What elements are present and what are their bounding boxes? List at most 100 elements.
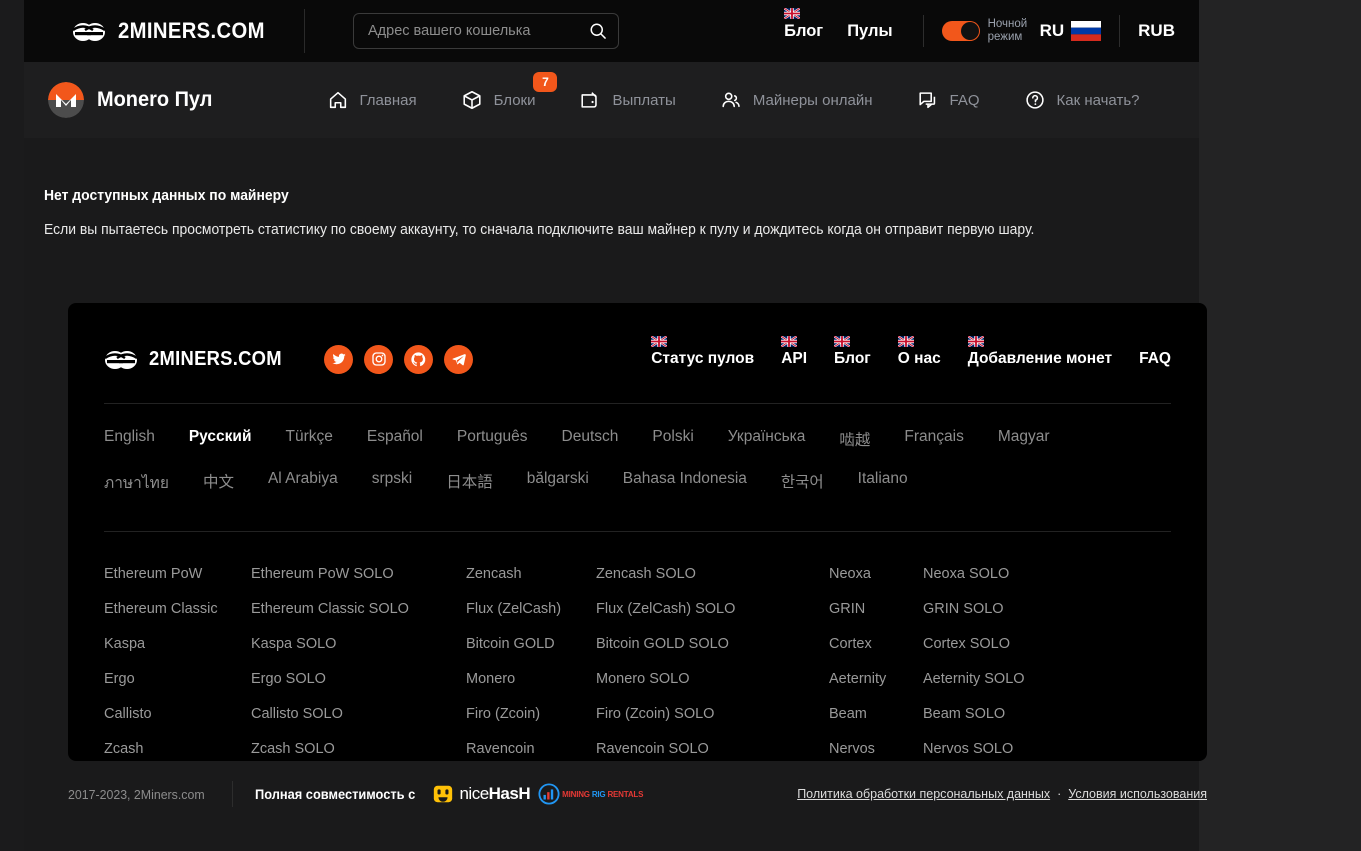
nav-item-faq[interactable]: FAQ: [917, 89, 980, 111]
language-russian[interactable]: Русский: [189, 428, 252, 450]
wallet-search-box[interactable]: [353, 13, 619, 49]
coin-link[interactable]: Neoxa: [829, 566, 923, 582]
language-thai[interactable]: ภาษาไทย: [104, 470, 169, 495]
coin-link[interactable]: Zencash: [466, 566, 596, 582]
coin-link[interactable]: Bitcoin GOLD: [466, 636, 596, 652]
coin-link[interactable]: Ravencoin SOLO: [596, 741, 829, 757]
footer-link-faq[interactable]: FAQ: [1139, 350, 1171, 368]
legal-separator: ·: [1057, 787, 1062, 801]
header-link-blog[interactable]: Блог: [784, 7, 823, 41]
miningrigrentals-icon: [538, 783, 560, 805]
coin-link[interactable]: Cortex: [829, 636, 923, 652]
coin-link[interactable]: Cortex SOLO: [923, 636, 1073, 652]
coin-link[interactable]: Flux (ZelCash): [466, 601, 596, 617]
coin-link[interactable]: GRIN: [829, 601, 923, 617]
header-right-group: Блог Пулы Ночной режим RU RUB: [772, 0, 1179, 62]
nicehash-text-bold: HasH: [488, 784, 531, 803]
language-japanese[interactable]: 日本語: [446, 470, 493, 495]
coin-link[interactable]: Nervos: [829, 741, 923, 757]
language-bulgarian[interactable]: bălgarski: [527, 470, 589, 495]
uk-flag-icon: [834, 336, 851, 347]
search-icon[interactable]: [588, 21, 608, 41]
coin-link[interactable]: Callisto: [104, 706, 251, 722]
site-logo[interactable]: 2MINERS.COM: [24, 18, 278, 44]
social-instagram[interactable]: [364, 344, 394, 374]
coin-link[interactable]: Callisto SOLO: [251, 706, 466, 722]
language-german[interactable]: Deutsch: [562, 428, 619, 450]
coin-link[interactable]: Kaspa: [104, 636, 251, 652]
coin-link[interactable]: Firo (Zcoin) SOLO: [596, 706, 829, 722]
footer-nav-links: Статус пулов API Блог О нас Добавление м…: [624, 336, 1171, 368]
coin-link[interactable]: Ergo: [104, 671, 251, 687]
language-french[interactable]: Français: [904, 428, 963, 450]
nav-item-blocks[interactable]: Блоки 7: [461, 72, 558, 111]
coin-link[interactable]: Ravencoin: [466, 741, 596, 757]
uk-flag-icon: [897, 336, 914, 347]
night-mode-toggle[interactable]: [941, 21, 980, 41]
coin-link[interactable]: Ergo SOLO: [251, 671, 466, 687]
coin-link[interactable]: Ethereum Classic: [104, 601, 251, 617]
coin-link[interactable]: Aeternity: [829, 671, 923, 687]
partner-miningrigrentals[interactable]: MINING RIG RENTALS: [538, 783, 643, 805]
social-github[interactable]: [404, 344, 434, 374]
footer-link-blog[interactable]: Блог: [834, 336, 871, 368]
instagram-icon: [372, 352, 386, 366]
nav-item-miners-online[interactable]: Майнеры онлайн: [720, 89, 873, 111]
russia-flag-icon[interactable]: [1071, 21, 1102, 41]
coin-link[interactable]: Zencash SOLO: [596, 566, 829, 582]
language-selector[interactable]: RU: [1040, 21, 1065, 41]
language-english[interactable]: English: [104, 428, 155, 450]
footer-link-add-coins[interactable]: Добавление монет: [967, 336, 1112, 368]
language-ukrainian[interactable]: Українська: [728, 428, 806, 450]
language-serbian[interactable]: srpski: [372, 470, 412, 495]
coin-link[interactable]: Ethereum PoW SOLO: [251, 566, 466, 582]
coin-link[interactable]: Monero: [466, 671, 596, 687]
coin-link[interactable]: Kaspa SOLO: [251, 636, 466, 652]
language-list: English Русский Türkçe Español Português…: [104, 404, 1164, 521]
coin-link[interactable]: Monero SOLO: [596, 671, 829, 687]
privacy-policy-link[interactable]: Политика обработки персональных данных: [797, 787, 1050, 801]
coin-link[interactable]: Bitcoin GOLD SOLO: [596, 636, 829, 652]
footer-logo[interactable]: 2MINERS.COM: [104, 346, 293, 372]
social-telegram[interactable]: [444, 344, 474, 374]
language-italian[interactable]: Italiano: [858, 470, 908, 495]
language-indonesian[interactable]: Bahasa Indonesia: [623, 470, 747, 495]
partner-nicehash[interactable]: niceHasH: [432, 783, 531, 805]
coin-link[interactable]: Ethereum PoW: [104, 566, 251, 582]
coin-link[interactable]: Neoxa SOLO: [923, 566, 1073, 582]
nav-item-home[interactable]: Главная: [327, 89, 417, 111]
footer-link-api[interactable]: API: [781, 336, 807, 368]
coin-link[interactable]: Beam: [829, 706, 923, 722]
coin-link[interactable]: Zcash: [104, 741, 251, 757]
header-link-pools[interactable]: Пулы: [847, 22, 892, 41]
nav-item-payouts[interactable]: Выплаты: [579, 89, 676, 111]
pool-identity[interactable]: Monero Пул: [24, 82, 219, 118]
language-turkish[interactable]: Türkçe: [285, 428, 332, 450]
language-polish[interactable]: Polski: [652, 428, 693, 450]
nav-item-how-to-start[interactable]: Как начать?: [1024, 89, 1139, 111]
coin-link[interactable]: Firo (Zcoin): [466, 706, 596, 722]
language-portuguese[interactable]: Português: [457, 428, 528, 450]
coin-link[interactable]: Nervos SOLO: [923, 741, 1073, 757]
coin-link[interactable]: Zcash SOLO: [251, 741, 466, 757]
coin-link[interactable]: Beam SOLO: [923, 706, 1073, 722]
users-icon: [722, 92, 740, 108]
coin-link[interactable]: GRIN SOLO: [923, 601, 1073, 617]
coin-link[interactable]: Aeternity SOLO: [923, 671, 1073, 687]
search-input[interactable]: [368, 23, 588, 39]
language-korean[interactable]: 한국어: [781, 470, 824, 495]
language-spanish[interactable]: Español: [367, 428, 423, 450]
footer-link-pool-status[interactable]: Статус пулов: [651, 336, 754, 368]
coin-link[interactable]: Ethereum Classic SOLO: [251, 601, 466, 617]
language-vietnamese[interactable]: 啮越: [839, 428, 870, 450]
language-chinese[interactable]: 中文: [203, 470, 234, 495]
coin-link[interactable]: Flux (ZelCash) SOLO: [596, 601, 829, 617]
social-twitter[interactable]: [324, 344, 354, 374]
footer-link-faq-label: FAQ: [1139, 350, 1171, 367]
footer-link-about[interactable]: О нас: [897, 336, 941, 368]
currency-selector[interactable]: RUB: [1138, 21, 1175, 41]
language-hungarian[interactable]: Magyar: [998, 428, 1050, 450]
footer-link-about-label: О нас: [897, 350, 941, 367]
terms-of-use-link[interactable]: Условия использования: [1068, 787, 1207, 801]
language-arabic[interactable]: Al Arabiya: [268, 470, 338, 495]
